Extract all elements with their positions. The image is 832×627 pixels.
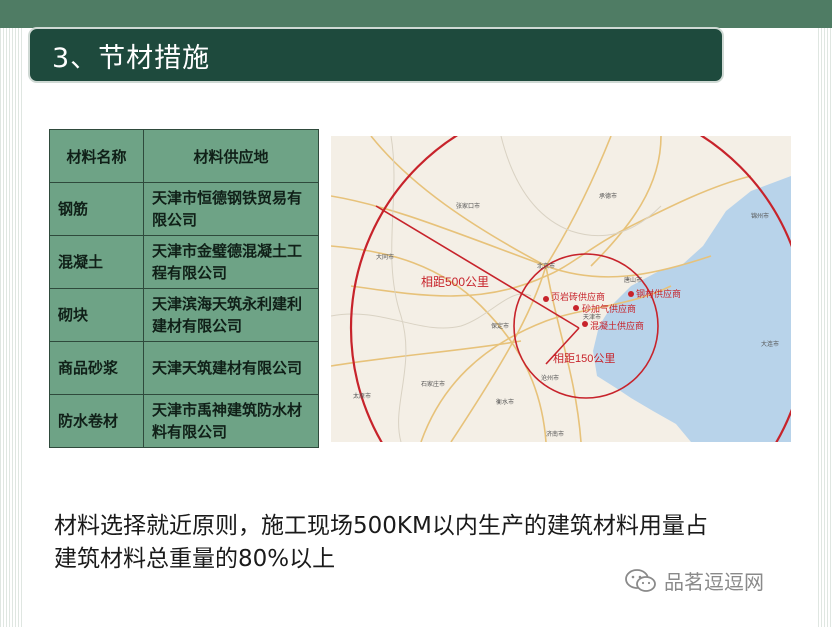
material-supplier: 天津市金璧德混凝土工程有限公司 — [143, 235, 319, 289]
title-bar: 3、节材措施 — [28, 27, 724, 83]
label-150km: 相距150公里 — [553, 352, 615, 365]
table-row: 混凝土 天津市金璧德混凝土工程有限公司 — [49, 235, 319, 289]
watermark-text: 品茗逗逗网 — [664, 570, 764, 594]
slide-title: 3、节材措施 — [52, 42, 211, 74]
shale-supplier-marker — [543, 296, 549, 302]
material-supplier: 天津市禹神建筑防水材料有限公司 — [143, 394, 319, 448]
top-band — [0, 0, 832, 28]
city-label: 张家口市 — [456, 202, 480, 210]
city-label: 承德市 — [599, 192, 617, 200]
city-label: 唐山市 — [624, 276, 642, 284]
table-row: 钢筋 天津市恒德钢铁贸易有限公司 — [49, 182, 319, 236]
city-label: 太原市 — [353, 392, 371, 400]
materials-table: 材料名称 材料供应地 钢筋 天津市恒德钢铁贸易有限公司 混凝土 天津市金璧德混凝… — [49, 129, 319, 448]
city-label: 沧州市 — [541, 374, 559, 382]
material-supplier: 天津天筑建材有限公司 — [143, 341, 319, 395]
material-name: 钢筋 — [49, 182, 144, 236]
watermark: 品茗逗逗网 — [624, 566, 764, 595]
left-stripe-decoration — [0, 28, 22, 627]
wechat-icon — [625, 568, 656, 592]
table-row: 砌块 天津滨海天筑永利建利建材有限公司 — [49, 288, 319, 342]
city-label: 大同市 — [376, 253, 394, 261]
steel-supplier-marker — [628, 291, 634, 297]
concrete-supplier-label: 混凝土供应商 — [590, 320, 644, 331]
aerated-supplier-marker — [573, 305, 579, 311]
city-label: 石家庄市 — [421, 380, 445, 388]
city-label: 大连市 — [761, 340, 779, 348]
supplier-distance-map: 相距500公里 相距150公里 页岩砖供应商 钢材供应商 砂加气供应商 混凝土供… — [331, 136, 791, 442]
steel-supplier-label: 钢材供应商 — [636, 288, 681, 299]
city-label: 天津市 — [583, 313, 601, 321]
header-supplier: 材料供应地 — [143, 129, 319, 183]
city-label: 济南市 — [546, 430, 564, 438]
header-material-name: 材料名称 — [49, 129, 144, 183]
city-label: 衡水市 — [496, 398, 514, 406]
shale-supplier-label: 页岩砖供应商 — [551, 291, 605, 302]
material-name: 混凝土 — [49, 235, 144, 289]
material-name: 砌块 — [49, 288, 144, 342]
city-label: 保定市 — [491, 322, 509, 330]
city-label: 北京市 — [537, 262, 555, 270]
bottom-text-line1: 材料选择就近原则，施工现场500KM以内生产的建筑材料用量占 — [54, 513, 708, 539]
table-row: 商品砂浆 天津天筑建材有限公司 — [49, 341, 319, 395]
concrete-supplier-marker — [582, 321, 588, 327]
table-row: 防水卷材 天津市禹神建筑防水材料有限公司 — [49, 394, 319, 448]
aerated-supplier-label: 砂加气供应商 — [582, 303, 636, 314]
material-name: 防水卷材 — [49, 394, 144, 448]
label-500km: 相距500公里 — [421, 275, 489, 289]
table-header-row: 材料名称 材料供应地 — [49, 129, 319, 183]
city-label: 锦州市 — [751, 212, 769, 220]
right-stripe-decoration — [818, 28, 832, 627]
material-supplier: 天津市恒德钢铁贸易有限公司 — [143, 182, 319, 236]
material-supplier: 天津滨海天筑永利建利建材有限公司 — [143, 288, 319, 342]
material-name: 商品砂浆 — [49, 341, 144, 395]
